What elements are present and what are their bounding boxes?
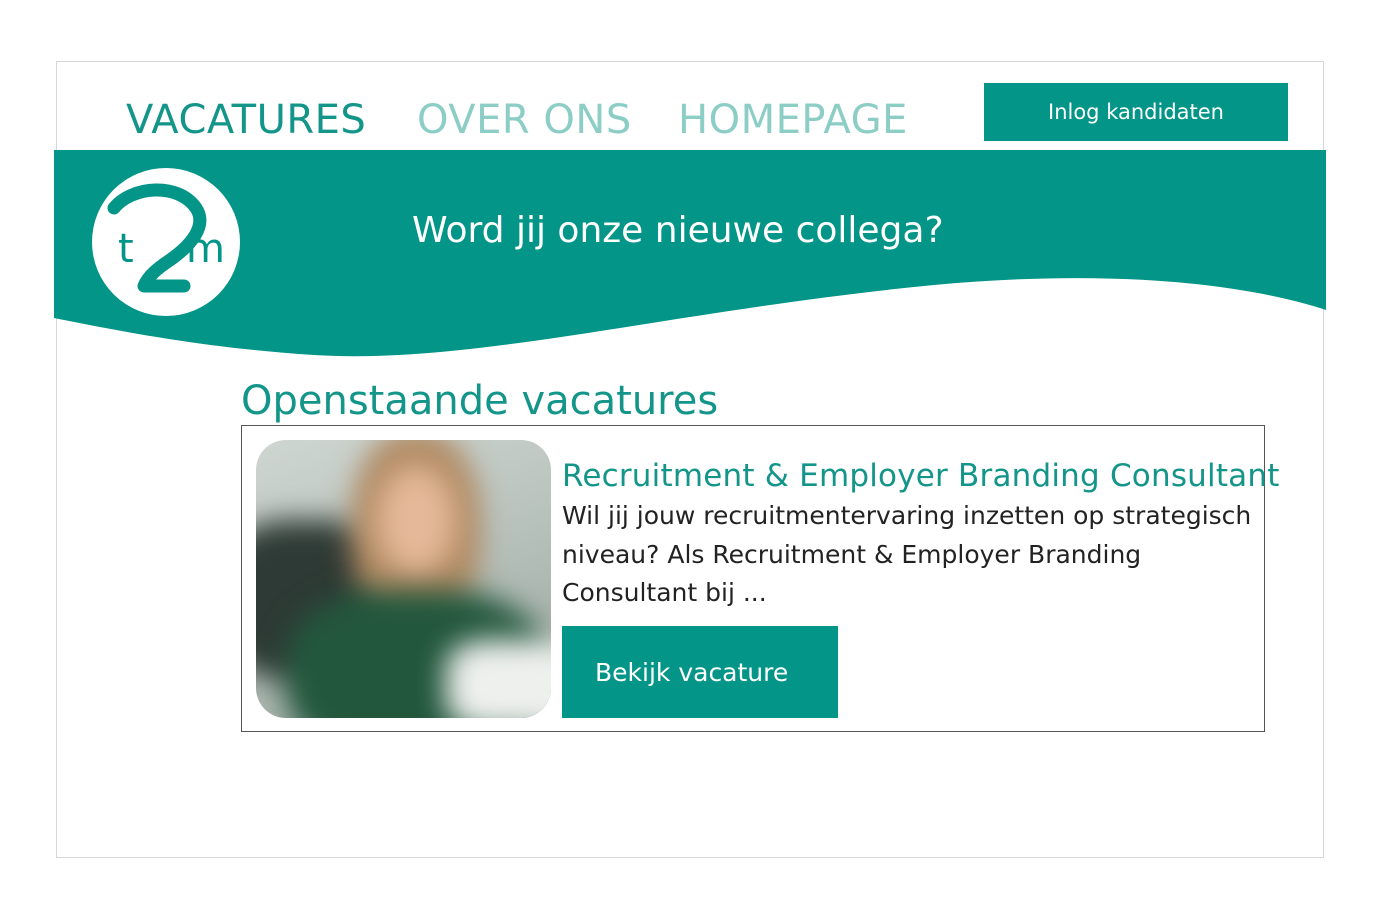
job-card: Recruitment & Employer Branding Consulta… [241,425,1279,732]
svg-text:t: t [118,226,134,272]
company-logo: t m [92,168,240,316]
hero-banner [54,150,1326,357]
job-description: Wil jij jouw recruitmentervaring inzette… [562,501,1252,607]
nav-link-over-ons[interactable]: OVER ONS [417,96,632,144]
candidate-login-button[interactable]: Inlog kandidaten [984,83,1288,141]
nav-link-vacatures[interactable]: VACATURES [126,96,366,144]
job-title[interactable]: Recruitment & Employer Branding Consulta… [562,456,1280,496]
view-vacancy-button[interactable]: Bekijk vacature [562,626,838,718]
job-photo [256,440,551,718]
nav-link-homepage[interactable]: HOMEPAGE [678,96,908,144]
svg-text:m: m [186,226,225,272]
section-title: Openstaande vacatures [241,378,719,424]
banner-tagline: Word jij onze nieuwe collega? [412,210,944,251]
